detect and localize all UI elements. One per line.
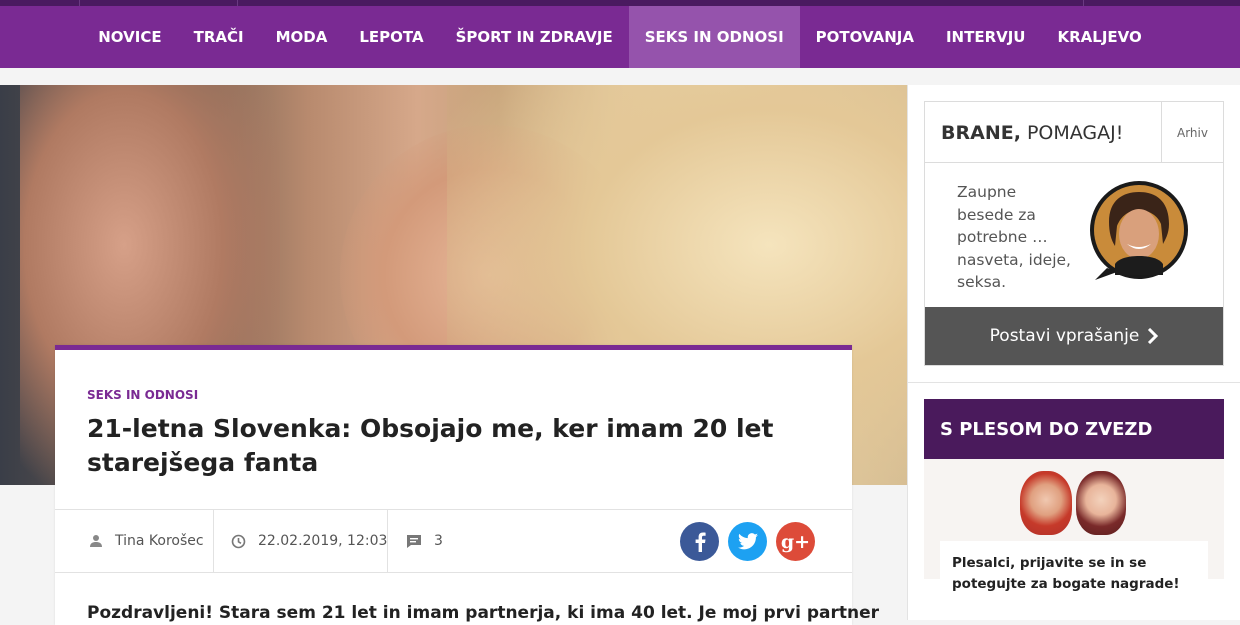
plesom-image-person — [1076, 471, 1126, 535]
article-card: SEKS IN ODNOSI 21-letna Slovenka: Obsoja… — [55, 345, 879, 625]
plesom-header[interactable]: S PLESOM DO ZVEZD — [924, 399, 1224, 459]
article-date: 22.02.2019, 12:03 — [231, 510, 387, 572]
share-facebook-button[interactable] — [680, 522, 719, 561]
nav-item-lepota[interactable]: LEPOTA — [343, 6, 439, 68]
author-name: Tina Korošec — [115, 533, 204, 549]
sidebar-separator — [908, 382, 1240, 383]
nav-item-sport-in-zdravje[interactable]: ŠPORT IN ZDRAVJE — [440, 6, 629, 68]
share-twitter-button[interactable] — [728, 522, 767, 561]
meta-divider — [387, 510, 388, 572]
brane-title-rest: POMAGAJ! — [1020, 122, 1124, 144]
facebook-icon — [695, 532, 706, 552]
article-author[interactable]: Tina Korošec — [89, 510, 204, 572]
nav-item-intervju[interactable]: INTERVJU — [930, 6, 1042, 68]
sidebar-divider — [907, 85, 908, 620]
ask-question-label: Postavi vprašanje — [989, 326, 1140, 346]
article-lead-text: Pozdravljeni! Stara sem 21 let in imam p… — [87, 603, 880, 623]
gplus-label: g+ — [780, 530, 811, 553]
nav-item-seks-in-odnosi[interactable]: SEKS IN ODNOSI — [628, 6, 800, 68]
clock-icon — [231, 534, 246, 548]
meta-divider — [213, 510, 214, 572]
nav-item-kraljevo[interactable]: KRALJEVO — [1042, 6, 1158, 68]
comment-icon — [407, 534, 421, 548]
article-category[interactable]: SEKS IN ODNOSI — [87, 388, 198, 402]
nav-item-traci[interactable]: TRAČI — [178, 6, 260, 68]
brane-description: Zaupne besede za potrebne … nasveta, ide… — [957, 183, 1071, 292]
brane-avatar — [1090, 181, 1188, 280]
brane-title-bold: BRANE, — [941, 122, 1021, 144]
plesom-image-person — [1020, 471, 1072, 535]
brane-title: BRANE, POMAGAJ! — [941, 122, 1123, 144]
nav-spacer — [0, 68, 1240, 85]
publish-date: 22.02.2019, 12:03 — [258, 533, 388, 549]
article-meta-bar: Tina Korošec 22.02.2019, 12:03 3 g+ — [55, 509, 852, 573]
user-icon — [90, 535, 102, 547]
brane-header: BRANE, POMAGAJ! Arhiv — [925, 102, 1223, 163]
nav-item-moda[interactable]: MODA — [260, 6, 344, 68]
ask-question-button[interactable]: Postavi vprašanje — [925, 307, 1223, 365]
brane-widget: BRANE, POMAGAJ! Arhiv Zaupne besede za p… — [924, 101, 1224, 366]
plesom-caption[interactable]: Plesalci, prijavite se in se potegujte z… — [940, 541, 1208, 601]
nav-item-novice[interactable]: NOVICE — [82, 6, 177, 68]
article-title: 21-letna Slovenka: Obsojajo me, ker imam… — [87, 414, 774, 477]
chevron-right-icon — [1148, 328, 1159, 344]
comment-count: 3 — [434, 533, 443, 549]
main-navigation: NOVICE TRAČI MODA LEPOTA ŠPORT IN ZDRAVJ… — [0, 6, 1240, 68]
share-gplus-button[interactable]: g+ — [776, 522, 815, 561]
article-comments[interactable]: 3 — [406, 510, 443, 572]
brane-archive-link[interactable]: Arhiv — [1161, 102, 1223, 163]
twitter-icon — [737, 533, 758, 550]
nav-item-potovanja[interactable]: POTOVANJA — [800, 6, 930, 68]
